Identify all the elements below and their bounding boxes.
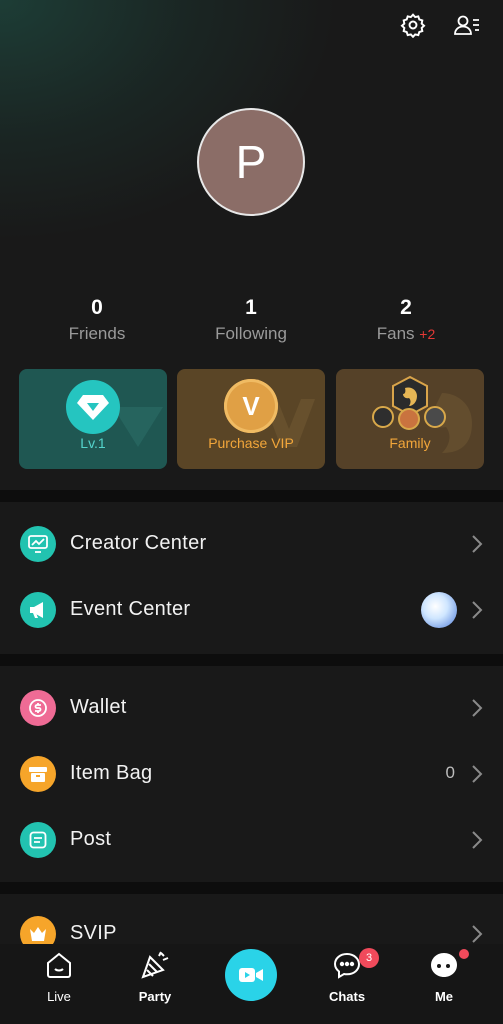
- menu-post[interactable]: Post: [0, 808, 503, 872]
- svip-label: SVIP: [70, 922, 117, 944]
- chevron-right-icon: [472, 699, 483, 717]
- family-member-avatar: [398, 408, 420, 430]
- creator-center-icon: [20, 526, 56, 562]
- nav-me[interactable]: Me: [409, 949, 479, 1004]
- stat-friends[interactable]: 0 Friends: [27, 296, 167, 344]
- following-label: Following: [215, 324, 287, 343]
- menu-svip[interactable]: SVIP: [0, 902, 503, 944]
- vip-label: Purchase VIP: [208, 435, 294, 451]
- bottom-nav: Live Party 3 Chats Me: [0, 944, 503, 1024]
- chat-bubble-icon: [333, 952, 361, 979]
- menu-section-3: SVIP: [0, 894, 503, 944]
- settings-icon[interactable]: [398, 10, 428, 40]
- chevron-right-icon: [472, 535, 483, 553]
- go-live-button[interactable]: [225, 949, 277, 1001]
- item-bag-label: Item Bag: [70, 762, 153, 784]
- section-divider: [0, 882, 503, 894]
- post-icon: [20, 822, 56, 858]
- megaphone-icon: [20, 592, 56, 628]
- nav-chats-label: Chats: [328, 989, 366, 1004]
- stat-following[interactable]: 1 Following: [181, 296, 321, 344]
- wallet-icon: [20, 690, 56, 726]
- chats-unread-badge: 3: [359, 948, 379, 968]
- section-divider: [0, 654, 503, 666]
- friends-label: Friends: [68, 324, 126, 343]
- following-count: 1: [245, 296, 257, 319]
- friends-count: 0: [91, 296, 103, 319]
- chevron-right-icon: [472, 925, 483, 943]
- menu-creator-center[interactable]: Creator Center: [0, 512, 503, 576]
- me-mascot-icon: [431, 953, 457, 977]
- vip-card[interactable]: V Purchase VIP: [177, 369, 325, 469]
- chevron-right-icon: [472, 601, 483, 619]
- menu-item-bag[interactable]: Item Bag 0: [0, 742, 503, 806]
- stat-fans[interactable]: 2 Fans +2: [336, 296, 476, 344]
- nav-live-label: Live: [47, 989, 71, 1004]
- nav-me-label: Me: [434, 989, 454, 1004]
- nav-chats[interactable]: 3 Chats: [312, 948, 382, 1004]
- event-center-label: Event Center: [70, 598, 191, 620]
- video-camera-icon: [239, 968, 263, 982]
- nav-live[interactable]: Live: [24, 950, 94, 1004]
- chevron-right-icon: [472, 831, 483, 849]
- avatar[interactable]: P: [197, 108, 305, 216]
- family-label: Family: [389, 435, 431, 451]
- nav-party[interactable]: Party: [120, 950, 190, 1004]
- section-divider: [0, 490, 503, 502]
- profile-header: P 0 Friends 1 Following 2 Fans +2 Lv.1 V…: [0, 0, 503, 490]
- family-card[interactable]: Family: [336, 369, 484, 469]
- svip-icon: [20, 916, 56, 944]
- family-member-avatar: [424, 406, 446, 428]
- family-member-avatar: [372, 406, 394, 428]
- creator-center-label: Creator Center: [70, 532, 207, 554]
- event-mascot-icon: [421, 592, 457, 628]
- me-notification-dot: [459, 949, 469, 959]
- party-popper-icon: [141, 951, 169, 979]
- level-label: Lv.1: [80, 435, 106, 451]
- wallet-label: Wallet: [70, 696, 127, 718]
- item-bag-count: 0: [445, 763, 455, 782]
- vip-icon: V: [224, 379, 278, 433]
- item-bag-icon: [20, 756, 56, 792]
- post-label: Post: [70, 828, 112, 850]
- fans-label: Fans: [376, 324, 415, 343]
- home-icon: [47, 952, 71, 978]
- vip-letter: V: [242, 390, 260, 421]
- menu-wallet[interactable]: Wallet: [0, 676, 503, 740]
- level-card[interactable]: Lv.1: [19, 369, 167, 469]
- fans-delta: +2: [419, 326, 436, 342]
- chevron-right-icon: [472, 765, 483, 783]
- fans-count: 2: [400, 296, 412, 319]
- diamond-icon: [66, 380, 120, 434]
- menu-event-center[interactable]: Event Center: [0, 578, 503, 642]
- nav-party-label: Party: [138, 989, 172, 1004]
- profile-card-icon[interactable]: [452, 10, 482, 40]
